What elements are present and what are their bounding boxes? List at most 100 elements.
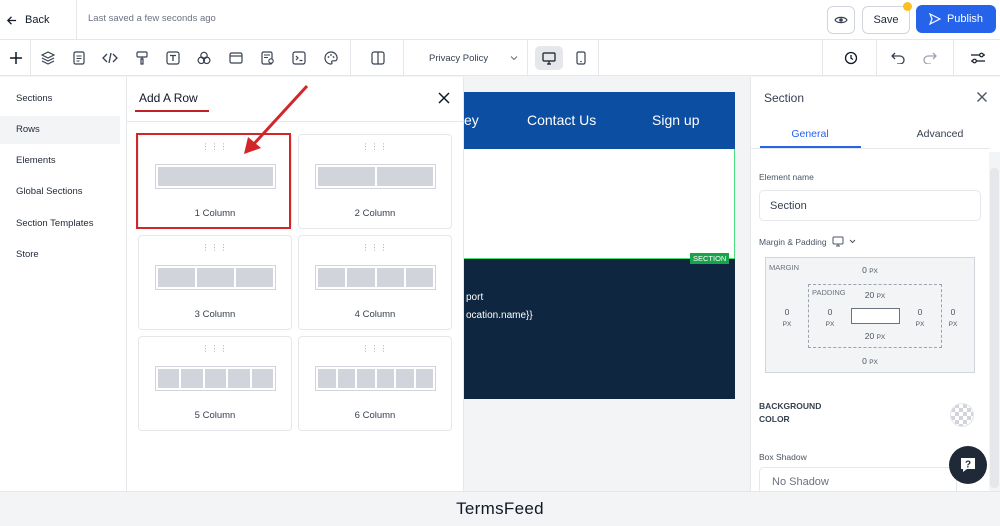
column-preview — [315, 265, 436, 290]
drag-handle-icon: ⋮⋮⋮ — [201, 243, 229, 252]
text-icon[interactable] — [163, 48, 183, 68]
properties-title: Section — [764, 91, 805, 105]
toolbar-divider — [30, 40, 31, 76]
row-option-2-column[interactable]: ⋮⋮⋮ 2 Column — [298, 134, 452, 229]
margin-padding-label: Margin & Padding — [759, 236, 856, 247]
tab-advanced[interactable]: Advanced — [890, 128, 990, 140]
monitor-icon[interactable] — [832, 236, 844, 247]
element-name-label: Element name — [759, 172, 814, 182]
row-option-label: 6 Column — [354, 410, 396, 421]
sidebar-item-elements[interactable]: Elements — [0, 147, 120, 175]
padding-label: PADDING — [812, 288, 846, 297]
footer-section[interactable] — [464, 258, 735, 399]
toolbar-divider — [953, 40, 954, 76]
column-preview — [315, 164, 436, 189]
chevron-down-icon[interactable] — [849, 239, 856, 244]
history-icon[interactable] — [841, 48, 861, 68]
column-preview — [315, 366, 436, 391]
toolbar-divider — [350, 40, 351, 76]
terminal-icon[interactable] — [289, 48, 309, 68]
row-option-3-column[interactable]: ⋮⋮⋮ 3 Column — [138, 235, 292, 330]
background-color-swatch[interactable] — [950, 403, 974, 427]
content-box — [851, 308, 900, 324]
sidebar-item-rows[interactable]: Rows — [0, 116, 120, 144]
row-option-5-column[interactable]: ⋮⋮⋮ 5 Column — [138, 336, 292, 431]
toolbar-divider — [876, 40, 877, 76]
svg-text:?: ? — [965, 460, 971, 471]
arrow-left-icon — [6, 15, 17, 26]
sidebar-item-store[interactable]: Store — [0, 241, 120, 269]
header-divider — [76, 0, 77, 40]
preview-button[interactable] — [827, 6, 855, 34]
toolbar-divider — [598, 40, 599, 76]
mobile-icon — [576, 51, 586, 65]
drag-handle-icon: ⋮⋮⋮ — [361, 344, 389, 353]
save-button[interactable]: Save — [862, 6, 910, 34]
padding-left-value[interactable]: 0 PX — [818, 307, 842, 330]
row-option-label: 3 Column — [194, 309, 236, 320]
help-button[interactable]: ? — [949, 446, 987, 484]
margin-top-value[interactable]: 0 PX — [850, 265, 890, 275]
add-icon[interactable] — [6, 48, 26, 68]
page-selector[interactable]: Privacy Policy — [418, 48, 518, 68]
page-icon[interactable] — [69, 48, 89, 68]
sidebar-item-section-templates[interactable]: Section Templates — [0, 210, 120, 238]
unsaved-indicator — [903, 2, 912, 11]
toolbar-divider — [822, 40, 823, 76]
palette-icon[interactable] — [321, 48, 341, 68]
watermark-footer: TermsFeed — [0, 491, 1000, 526]
margin-right-value[interactable]: 0 PX — [941, 307, 965, 330]
toolbar-divider — [527, 40, 528, 76]
tab-divider — [750, 148, 990, 149]
section-badge: SECTION — [690, 253, 730, 264]
scrollbar-thumb[interactable] — [990, 168, 999, 488]
publish-button[interactable]: Publish — [916, 5, 996, 33]
sidebar-item-global-sections[interactable]: Global Sections — [0, 178, 120, 206]
redo-icon[interactable] — [920, 48, 940, 68]
close-icon[interactable] — [976, 91, 988, 103]
page-selector-value: Privacy Policy — [429, 52, 489, 64]
back-button[interactable]: Back — [6, 10, 49, 30]
eye-icon — [834, 15, 848, 25]
padding-right-value[interactable]: 0 PX — [908, 307, 932, 330]
settings-sliders-icon[interactable] — [968, 48, 988, 68]
sidebar-item-sections[interactable]: Sections — [0, 85, 120, 113]
drag-handle-icon: ⋮⋮⋮ — [361, 243, 389, 252]
row-option-6-column[interactable]: ⋮⋮⋮ 6 Column — [298, 336, 452, 431]
margin-label: MARGIN — [769, 263, 799, 272]
drag-handle-icon: ⋮⋮⋮ — [201, 344, 229, 353]
columns-icon[interactable] — [368, 48, 388, 68]
column-preview — [155, 366, 276, 391]
desktop-view-button[interactable] — [535, 46, 563, 70]
send-icon — [928, 13, 941, 25]
margin-bottom-value[interactable]: 0 PX — [850, 356, 890, 366]
selected-section[interactable] — [464, 149, 735, 258]
padding-bottom-value[interactable]: 20 PX — [855, 331, 895, 341]
row-option-4-column[interactable]: ⋮⋮⋮ 4 Column — [298, 235, 452, 330]
padding-top-value[interactable]: 20 PX — [855, 290, 895, 300]
undo-icon[interactable] — [888, 48, 908, 68]
element-name-input[interactable] — [759, 190, 981, 221]
close-icon[interactable] — [437, 91, 451, 105]
shapes-icon[interactable] — [194, 48, 214, 68]
nav-link-partial[interactable]: ey — [464, 112, 479, 128]
nav-link-sign-up[interactable]: Sign up — [652, 112, 699, 128]
tab-general[interactable]: General — [760, 128, 860, 140]
chevron-down-icon — [510, 55, 518, 61]
row-option-label: 2 Column — [354, 208, 396, 219]
footer-text: port — [466, 292, 484, 303]
window-icon[interactable] — [226, 48, 246, 68]
form-icon[interactable] — [258, 48, 278, 68]
paint-icon[interactable] — [132, 48, 152, 68]
margin-left-value[interactable]: 0 PX — [775, 307, 799, 330]
back-label: Back — [25, 14, 50, 26]
nav-link-contact-us[interactable]: Contact Us — [527, 112, 596, 128]
margin-padding-text: Margin & Padding — [759, 236, 827, 247]
layers-icon[interactable] — [38, 48, 58, 68]
code-icon[interactable] — [100, 48, 120, 68]
panel-title: Add A Row — [139, 91, 198, 105]
toolbar-divider — [403, 40, 404, 76]
mobile-view-button[interactable] — [571, 48, 591, 68]
drag-handle-icon: ⋮⋮⋮ — [361, 142, 389, 151]
monitor-icon — [542, 51, 556, 65]
